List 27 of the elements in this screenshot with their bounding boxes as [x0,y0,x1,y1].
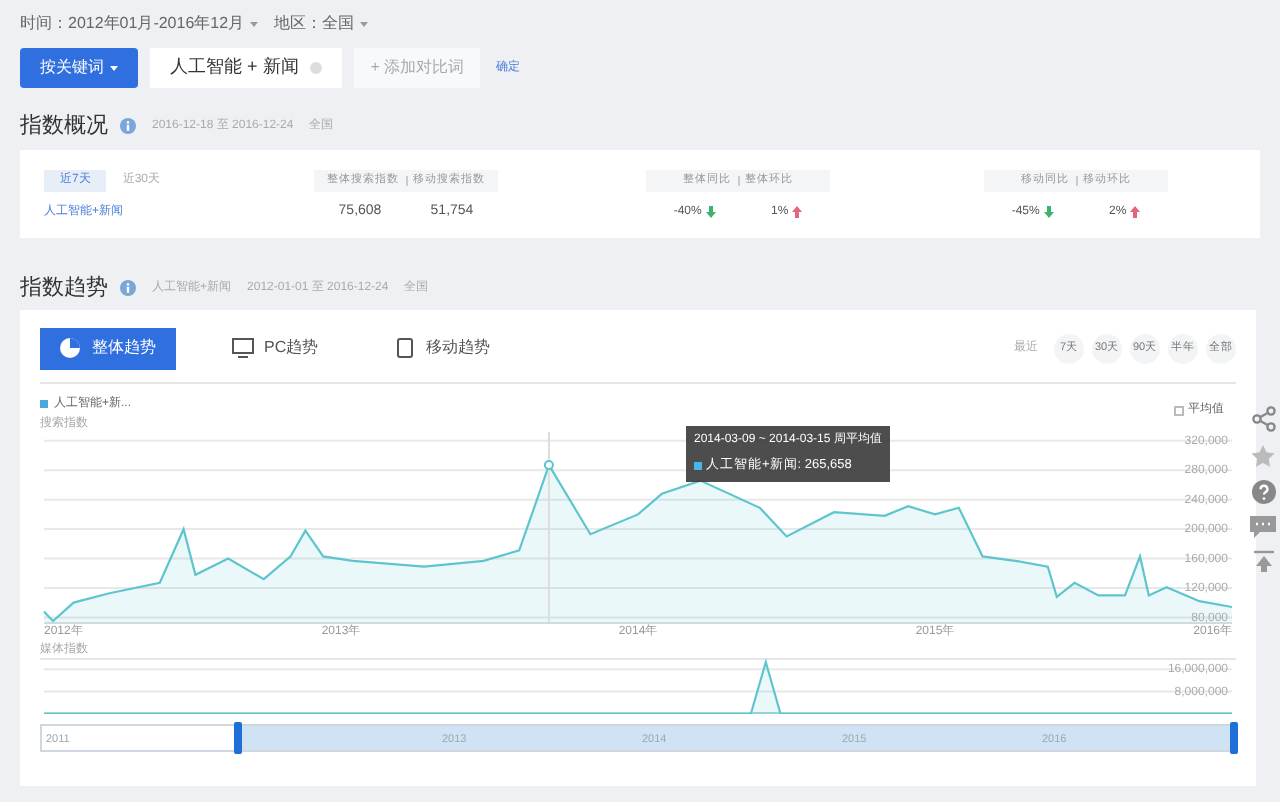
filter-dropdown[interactable]: 时间：2012年01月-2016年12月 [20,12,259,36]
keyword-mode-button[interactable]: 按关键词 [20,48,138,88]
clear-icon [310,62,323,74]
back-to-top-icon[interactable] [1251,550,1275,574]
caret-icon [360,21,369,27]
legend-swatch-icon [694,461,702,470]
share-icon[interactable] [1251,406,1275,432]
info-icon [120,118,136,134]
legend-swatch-icon [40,400,48,408]
section-title: 指数趋势 [20,273,108,304]
range-handle[interactable] [234,722,242,754]
caret-icon [110,65,118,71]
info-icon [120,280,136,296]
trend-tab[interactable]: 整体趋势 [40,327,176,369]
help-icon[interactable] [1251,480,1275,504]
section-title: 指数概况 [20,111,108,142]
average-checkbox[interactable] [1174,405,1184,415]
filter-dropdown[interactable]: 地区：全国 [274,12,369,36]
caret-icon [250,21,259,27]
range-handle[interactable] [1230,722,1238,754]
star-icon[interactable] [1250,444,1276,468]
chat-icon[interactable] [1250,516,1276,538]
pie-chart-icon [60,338,82,358]
keyword-chip[interactable]: 人工智能 + 新闻 [150,48,343,88]
monitor-icon [232,338,254,358]
phone-icon [394,338,417,358]
add-compare-button[interactable]: + 添加对比词 [354,48,481,88]
